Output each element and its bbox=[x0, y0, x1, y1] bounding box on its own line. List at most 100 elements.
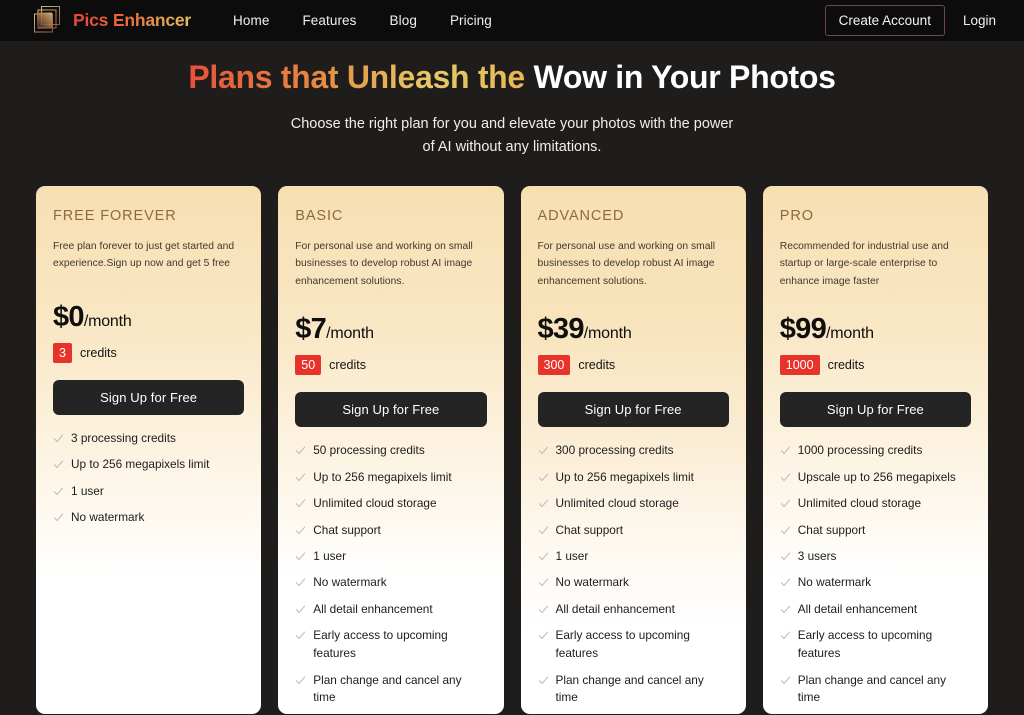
feature-item: Plan change and cancel any time bbox=[780, 672, 971, 708]
feature-item: 3 users bbox=[780, 548, 971, 566]
top-navbar: Pics Enhancer Home Features Blog Pricing… bbox=[0, 0, 1024, 41]
pricing-card-basic: BASIC For personal use and working on sm… bbox=[278, 186, 504, 714]
plan-price-block: $39 /month 300 credits bbox=[537, 313, 729, 376]
nav-link-pricing[interactable]: Pricing bbox=[450, 13, 492, 28]
feature-item: Upscale up to 256 megapixels bbox=[780, 469, 971, 487]
check-icon bbox=[780, 675, 791, 686]
feature-label: Up to 256 megapixels limit bbox=[71, 457, 210, 472]
hero-subtitle-line-2: of AI without any limitations. bbox=[422, 139, 602, 156]
plan-price-period: /month bbox=[826, 324, 874, 342]
plan-credits: 3 credits bbox=[53, 342, 244, 363]
check-icon bbox=[780, 604, 791, 615]
page-title-gradient-part: Plans that Unleash the bbox=[188, 59, 525, 95]
check-icon bbox=[780, 498, 791, 509]
signup-button[interactable]: Sign Up for Free bbox=[295, 392, 487, 428]
feature-item: 1 user bbox=[295, 548, 486, 566]
feature-item: All detail enhancement bbox=[780, 601, 971, 619]
stacked-squares-logo-icon bbox=[30, 4, 64, 38]
credits-badge: 1000 bbox=[779, 354, 820, 376]
feature-label: All detail enhancement bbox=[313, 601, 433, 616]
nav-link-features[interactable]: Features bbox=[302, 13, 356, 28]
feature-label: 3 processing credits bbox=[71, 430, 176, 445]
feature-label: Unlimited cloud storage bbox=[313, 496, 437, 511]
feature-item: Up to 256 megapixels limit bbox=[295, 469, 486, 487]
feature-label: Upscale up to 256 megapixels bbox=[797, 469, 956, 484]
signup-button[interactable]: Sign Up for Free bbox=[53, 379, 245, 415]
feature-item: Unlimited cloud storage bbox=[538, 495, 729, 513]
check-icon bbox=[538, 551, 549, 562]
features-list: 1000 processing credits Upscale up to 25… bbox=[780, 442, 971, 714]
features-list: 300 processing credits Up to 256 megapix… bbox=[538, 442, 729, 714]
feature-label: Up to 256 megapixels limit bbox=[313, 469, 452, 484]
check-icon bbox=[295, 551, 306, 562]
feature-item: Up to 256 megapixels limit bbox=[538, 469, 729, 487]
feature-item: Chat support bbox=[538, 522, 729, 540]
plan-description: Recommended for industrial use and start… bbox=[779, 241, 949, 287]
plan-price: $39 /month bbox=[538, 313, 729, 346]
pricing-card-pro: PRO Recommended for industrial use and s… bbox=[762, 186, 988, 714]
plan-price-period: /month bbox=[326, 324, 374, 342]
check-icon bbox=[295, 630, 306, 641]
check-icon bbox=[295, 604, 306, 615]
check-icon bbox=[780, 551, 791, 562]
pricing-cards-row: FREE FOREVER Free plan forever to just g… bbox=[0, 186, 1024, 714]
feature-item: Unlimited cloud storage bbox=[295, 495, 486, 513]
feature-item: Up to 256 megapixels limit bbox=[53, 456, 244, 474]
check-icon bbox=[295, 675, 306, 686]
check-icon bbox=[538, 675, 549, 686]
feature-item: All detail enhancement bbox=[295, 601, 486, 619]
check-icon bbox=[780, 630, 791, 641]
feature-label: Chat support bbox=[555, 522, 624, 537]
plan-price-block: $0 /month 3 credits bbox=[53, 301, 244, 363]
nav-actions: Create Account Login bbox=[824, 5, 1002, 36]
feature-item: No watermark bbox=[295, 574, 486, 592]
plan-price-block: $99 /month 1000 credits bbox=[779, 312, 971, 376]
check-icon bbox=[780, 525, 791, 536]
plan-price-amount: $99 bbox=[779, 312, 827, 345]
pricing-card-advanced: ADVANCED For personal use and working on… bbox=[520, 186, 746, 714]
feature-item: Unlimited cloud storage bbox=[780, 495, 971, 513]
check-icon bbox=[780, 472, 791, 483]
plan-name: BASIC bbox=[295, 208, 344, 224]
plan-price: $7 /month bbox=[295, 313, 486, 346]
credits-label: credits bbox=[827, 358, 865, 373]
feature-item: 300 processing credits bbox=[538, 442, 729, 460]
check-icon bbox=[295, 472, 306, 483]
check-icon bbox=[53, 459, 64, 470]
plan-credits: 50 credits bbox=[295, 354, 486, 376]
check-icon bbox=[53, 486, 64, 497]
feature-label: Chat support bbox=[797, 522, 866, 537]
feature-item: 1000 processing credits bbox=[780, 442, 971, 460]
feature-label: 1 user bbox=[313, 548, 347, 563]
nav-link-home[interactable]: Home bbox=[233, 13, 269, 28]
credits-label: credits bbox=[578, 358, 616, 373]
create-account-button[interactable]: Create Account bbox=[824, 5, 945, 36]
feature-item: Plan change and cancel any time bbox=[538, 672, 729, 708]
page-title-plain-part: Wow in Your Photos bbox=[524, 59, 836, 95]
feature-item: Early access to upcoming features bbox=[538, 627, 729, 663]
plan-price-block: $7 /month 50 credits bbox=[295, 313, 486, 376]
signup-button[interactable]: Sign Up for Free bbox=[537, 392, 729, 428]
signup-button[interactable]: Sign Up for Free bbox=[779, 392, 971, 428]
feature-label: Plan change and cancel any time bbox=[313, 672, 462, 705]
check-icon bbox=[538, 498, 549, 509]
feature-label: Early access to upcoming features bbox=[797, 628, 933, 661]
brand-logo[interactable]: Pics Enhancer bbox=[30, 4, 191, 38]
feature-item: 1 user bbox=[53, 483, 244, 501]
plan-name: PRO bbox=[779, 208, 814, 224]
credits-badge: 50 bbox=[295, 354, 322, 376]
plan-description: For personal use and working on small bu… bbox=[295, 241, 473, 287]
feature-label: No watermark bbox=[313, 575, 387, 590]
feature-item: Chat support bbox=[295, 522, 486, 540]
credits-label: credits bbox=[79, 345, 117, 360]
feature-label: 3 users bbox=[797, 548, 837, 563]
nav-link-blog[interactable]: Blog bbox=[390, 13, 417, 28]
feature-label: Plan change and cancel any time bbox=[797, 672, 946, 705]
feature-item: Early access to upcoming features bbox=[780, 627, 971, 663]
hero-subtitle-line-1: Choose the right plan for you and elevat… bbox=[290, 116, 734, 133]
credits-label: credits bbox=[329, 358, 366, 373]
plan-price: $0 /month bbox=[53, 301, 244, 334]
login-link[interactable]: Login bbox=[963, 13, 1002, 28]
feature-label: All detail enhancement bbox=[555, 601, 675, 616]
feature-item: No watermark bbox=[53, 509, 244, 527]
